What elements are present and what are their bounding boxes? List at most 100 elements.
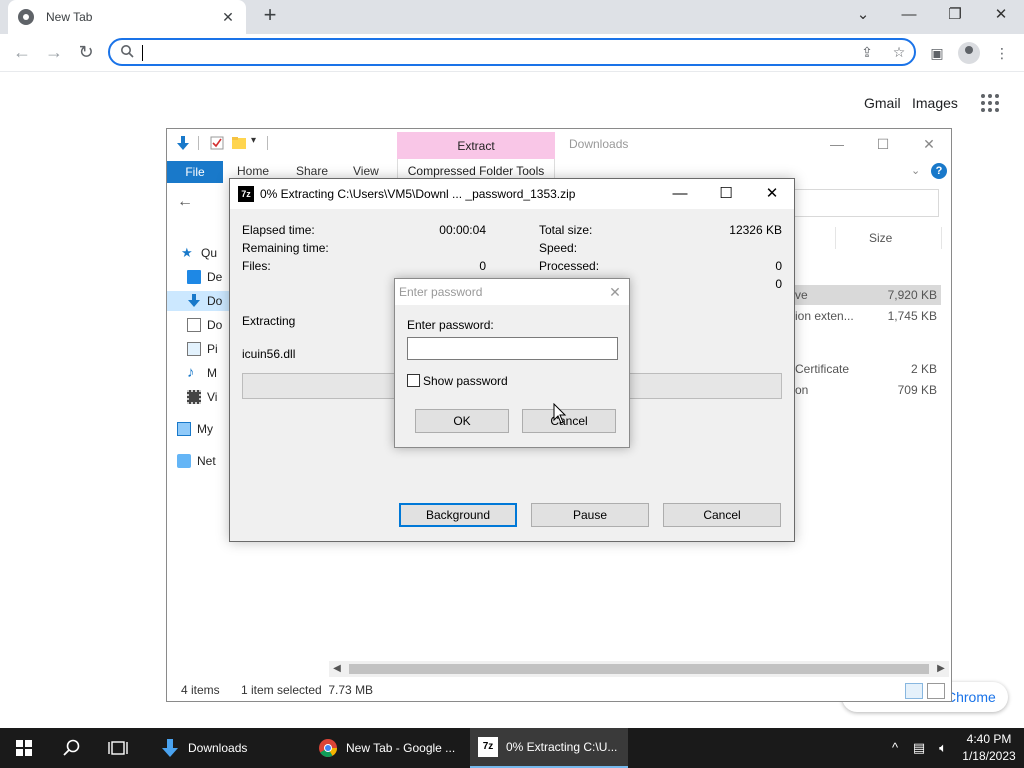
forward-arrow-icon[interactable]: → <box>42 40 66 64</box>
large-icons-view-icon[interactable] <box>927 683 945 699</box>
properties-check-icon[interactable] <box>209 135 225 151</box>
text-caret <box>142 45 143 61</box>
details-view-icon[interactable] <box>905 683 923 699</box>
clock-time: 4:40 PM <box>966 732 1012 746</box>
minimize-icon[interactable]: — <box>825 134 849 154</box>
taskbar-item-chrome[interactable]: New Tab - Google ... <box>310 728 468 768</box>
new-folder-icon[interactable] <box>231 135 247 151</box>
zip-titlebar: 7z 0% Extracting C:\Users\VM5\Downl ... … <box>230 179 794 209</box>
elapsed-time-value: 00:00:04 <box>439 223 486 237</box>
menu-kebab-icon[interactable]: ⋮ <box>991 42 1013 64</box>
taskbar-item-7zip[interactable]: 7z 0% Extracting C:\U... <box>470 728 628 768</box>
ok-button[interactable]: OK <box>415 409 509 433</box>
help-icon[interactable]: ? <box>931 163 947 179</box>
address-bar[interactable]: ⇪ ☆ <box>108 38 916 66</box>
minimize-icon[interactable]: — <box>668 184 692 204</box>
star-icon: ★ <box>181 245 193 260</box>
password-cancel-button[interactable]: Cancel <box>522 409 616 433</box>
ribbon-tab-home[interactable]: Home <box>237 164 269 178</box>
maximize-icon[interactable]: ☐ <box>871 134 895 154</box>
background-button[interactable]: Background <box>399 503 517 527</box>
windows-taskbar: Downloads New Tab - Google ... 7z 0% Ext… <box>0 728 1024 768</box>
file-row[interactable]: Certificate 2 KB <box>795 359 941 379</box>
explorer-back-icon[interactable]: ← <box>177 193 193 211</box>
column-divider[interactable] <box>835 227 836 249</box>
google-apps-icon[interactable] <box>981 94 999 112</box>
chrome-favicon-icon <box>18 9 34 25</box>
status-selection: 1 item selected 7.73 MB <box>241 683 374 697</box>
windows-start-icon[interactable] <box>16 740 32 756</box>
nav-item-network[interactable]: Net <box>177 451 237 471</box>
reload-icon[interactable]: ↻ <box>74 40 98 64</box>
file-row[interactable]: ve 7,920 KB <box>795 285 941 305</box>
tab-close-icon[interactable]: ✕ <box>220 9 236 26</box>
column-divider[interactable] <box>941 227 942 249</box>
film-icon <box>187 390 201 404</box>
files-value: 0 <box>479 259 486 273</box>
nav-item-this-pc[interactable]: My <box>177 419 237 439</box>
maximize-icon[interactable]: ☐ <box>714 184 738 204</box>
ribbon-tab-file[interactable]: File <box>167 161 223 183</box>
close-icon[interactable]: ✕ <box>605 282 625 302</box>
7zip-icon: 7z <box>238 186 254 202</box>
clock-date: 1/18/2023 <box>962 749 1016 763</box>
close-icon[interactable]: ✕ <box>987 4 1015 28</box>
show-password-checkbox[interactable] <box>407 374 420 387</box>
enter-password-dialog: Enter password ✕ Enter password: Show pa… <box>394 278 630 448</box>
share-icon[interactable]: ⇪ <box>858 43 876 61</box>
nav-item-downloads[interactable]: Do <box>167 291 231 311</box>
network-tray-icon[interactable]: ▤ <box>910 740 928 756</box>
images-link[interactable]: Images <box>912 95 958 111</box>
scroll-right-icon[interactable]: ▶ <box>933 661 949 677</box>
side-panel-icon[interactable]: ▣ <box>926 42 948 64</box>
password-input[interactable] <box>407 337 618 360</box>
total-size-value: 12326 KB <box>729 223 782 237</box>
ribbon-tab-share[interactable]: Share <box>296 164 328 178</box>
search-icon <box>121 45 134 58</box>
close-icon[interactable]: ✕ <box>760 184 784 204</box>
download-arrow-icon <box>162 739 178 757</box>
restore-icon[interactable]: ❐ <box>941 4 969 28</box>
gmail-link[interactable]: Gmail <box>864 95 901 111</box>
taskbar-item-downloads[interactable]: Downloads <box>152 728 310 768</box>
tab-search-chevron-icon[interactable]: ⌄ <box>849 4 877 28</box>
scroll-left-icon[interactable]: ◀ <box>329 661 345 677</box>
ribbon-tab-view[interactable]: View <box>353 164 379 178</box>
download-arrow-icon <box>188 294 200 307</box>
file-row[interactable]: ion exten... 1,745 KB <box>795 306 941 326</box>
bookmark-star-icon[interactable]: ☆ <box>890 43 908 61</box>
close-icon[interactable]: ✕ <box>917 134 941 154</box>
remaining-time-label: Remaining time: <box>242 241 329 255</box>
status-item-count: 4 items <box>181 683 220 697</box>
ribbon-expand-chevron-icon[interactable]: ⌄ <box>911 164 920 177</box>
qa-dropdown-icon[interactable]: ▾ <box>251 135 256 146</box>
chrome-tab-new-tab[interactable]: New Tab ✕ <box>8 0 246 34</box>
new-tab-button[interactable]: + <box>258 4 282 28</box>
profile-avatar-icon[interactable] <box>958 42 980 64</box>
search-icon[interactable] <box>60 736 84 760</box>
back-arrow-icon[interactable]: ← <box>10 40 34 64</box>
show-password-label[interactable]: Show password <box>423 374 508 388</box>
chrome-icon <box>319 739 337 758</box>
minimize-icon[interactable]: — <box>895 4 923 28</box>
mouse-cursor-icon <box>553 403 567 424</box>
horizontal-scrollbar[interactable]: ◀ ▶ <box>329 661 949 677</box>
explorer-title: Downloads <box>569 137 629 151</box>
document-icon <box>187 318 201 332</box>
explorer-search-box[interactable] <box>793 189 939 217</box>
files-label: Files: <box>242 259 271 273</box>
processed-value: 0 <box>775 259 782 273</box>
column-header-size[interactable]: Size <box>869 231 892 245</box>
cancel-button[interactable]: Cancel <box>663 503 781 527</box>
file-row[interactable]: on 709 KB <box>795 380 941 400</box>
volume-tray-icon[interactable]: 🔈︎ <box>934 740 952 756</box>
pause-button[interactable]: Pause <box>531 503 649 527</box>
scrollbar-thumb[interactable] <box>349 664 929 674</box>
extract-context-tab[interactable]: Extract <box>397 132 555 160</box>
status-bar: 4 items 1 item selected 7.73 MB <box>167 681 951 701</box>
music-note-icon: ♪ <box>187 364 195 381</box>
show-hidden-icons-chevron-icon[interactable]: ^ <box>886 740 904 755</box>
task-view-icon[interactable] <box>106 736 130 760</box>
taskbar-clock[interactable]: 4:40 PM 1/18/2023 <box>958 731 1020 765</box>
elapsed-time-label: Elapsed time: <box>242 223 315 237</box>
